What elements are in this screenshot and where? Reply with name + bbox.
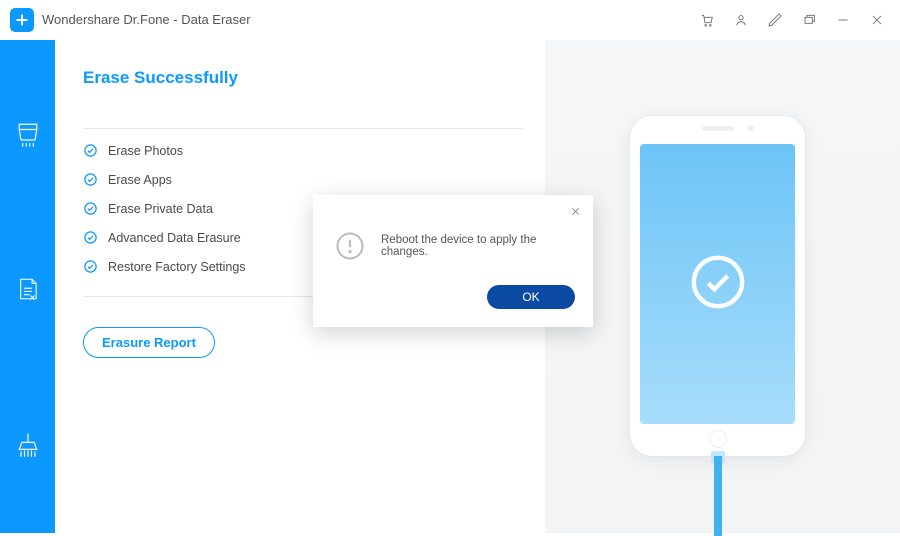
check-circle-icon: [83, 259, 98, 274]
check-circle-icon: [689, 253, 747, 316]
feedback-icon[interactable]: [760, 5, 790, 35]
app-window: Wondershare Dr.Fone - Data Eraser: [0, 0, 900, 533]
erasure-report-button[interactable]: Erasure Report: [83, 327, 215, 358]
sidebar: [0, 40, 55, 533]
dialog-message: Reboot the device to apply the changes.: [381, 234, 571, 258]
cable-icon: [714, 456, 722, 536]
minimize-icon[interactable]: [828, 5, 858, 35]
alert-icon: [335, 231, 365, 261]
list-item-label: Advanced Data Erasure: [108, 231, 241, 245]
list-item-label: Restore Factory Settings: [108, 260, 246, 274]
app-logo: [10, 8, 34, 32]
check-circle-icon: [83, 172, 98, 187]
cart-icon[interactable]: [692, 5, 722, 35]
phone-camera-icon: [748, 125, 754, 131]
phone-graphic: [630, 116, 805, 456]
phone-home-button-icon: [709, 430, 727, 448]
restore-window-icon[interactable]: [794, 5, 824, 35]
check-circle-icon: [83, 230, 98, 245]
list-item-label: Erase Private Data: [108, 202, 213, 216]
plus-icon: [14, 12, 30, 28]
reboot-dialog: Reboot the device to apply the changes. …: [313, 195, 593, 327]
sidebar-item-report[interactable]: [0, 266, 55, 312]
divider: [83, 128, 523, 129]
list-item-label: Erase Photos: [108, 144, 183, 158]
device-panel: [545, 40, 900, 533]
list-item-label: Erase Apps: [108, 173, 172, 187]
titlebar: Wondershare Dr.Fone - Data Eraser: [0, 0, 900, 40]
close-icon[interactable]: [862, 5, 892, 35]
phone-speaker-icon: [702, 126, 734, 131]
app-title: Wondershare Dr.Fone - Data Eraser: [42, 12, 251, 27]
sidebar-item-cleanup[interactable]: [0, 422, 55, 468]
check-circle-icon: [83, 143, 98, 158]
user-icon[interactable]: [726, 5, 756, 35]
ok-button[interactable]: OK: [487, 285, 575, 309]
sidebar-item-erase[interactable]: [0, 110, 55, 156]
phone-screen: [640, 144, 795, 424]
check-circle-icon: [83, 201, 98, 216]
dialog-close-icon[interactable]: [565, 201, 585, 221]
